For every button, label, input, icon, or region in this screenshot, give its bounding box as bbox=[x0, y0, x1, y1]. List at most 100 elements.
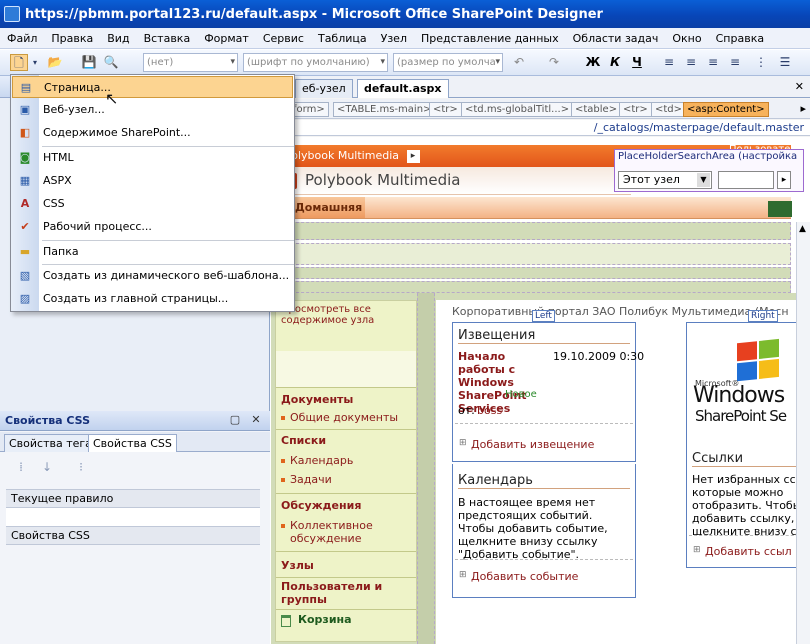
menu-format[interactable]: Формат bbox=[197, 32, 256, 45]
close-icon[interactable]: ✕ bbox=[249, 413, 263, 427]
css-panel-toolbar: ⁞ ↓ ⁝ bbox=[0, 453, 270, 483]
undo-icon[interactable]: ↶ bbox=[510, 54, 528, 71]
bullet-list-icon[interactable]: ☰ bbox=[776, 54, 794, 71]
search-go-icon[interactable]: ▸ bbox=[777, 171, 791, 189]
menu-insert[interactable]: Вставка bbox=[137, 32, 198, 45]
nav-heading-lists[interactable]: Списки bbox=[281, 434, 326, 447]
menu-table[interactable]: Таблица bbox=[311, 32, 374, 45]
menu-item-css[interactable]: A CSS bbox=[12, 193, 293, 215]
nav-team-discussion[interactable]: Коллективное обсуждение bbox=[281, 519, 401, 545]
menu-view[interactable]: Вид bbox=[100, 32, 136, 45]
announcements-title: Извещения bbox=[458, 328, 630, 344]
style-combo[interactable]: (нет) bbox=[143, 53, 238, 72]
save-icon[interactable]: 💾 bbox=[80, 54, 98, 71]
workflow-icon: ✔ bbox=[20, 220, 30, 233]
calendar-title: Календарь bbox=[458, 473, 630, 489]
menu-item-aspx[interactable]: ▦ ASPX bbox=[12, 170, 293, 192]
announcement-author[interactable]: boss bbox=[477, 404, 502, 417]
nav-shared-documents[interactable]: Общие документы bbox=[281, 411, 398, 424]
nav-tasks[interactable]: Задачи bbox=[281, 473, 332, 486]
master-page-path[interactable]: /_catalogs/masterpage/default.master bbox=[271, 120, 810, 136]
align-center-icon[interactable]: ≡ bbox=[682, 54, 700, 71]
tag-table-main[interactable]: <TABLE.ms-main> bbox=[333, 102, 436, 117]
tab-default-aspx[interactable]: default.aspx bbox=[357, 79, 449, 98]
add-event-link[interactable]: Добавить событие bbox=[459, 570, 578, 583]
open-folder-icon[interactable]: 📂 bbox=[46, 54, 64, 71]
tab-css-properties[interactable]: Свойства CSS bbox=[88, 434, 177, 452]
tag-asp-content[interactable]: <asp:Content> bbox=[683, 102, 769, 117]
menu-item-folder[interactable]: ▬ Папка bbox=[12, 241, 293, 263]
calendar-webpart: Календарь В настоящее время нет предстоя… bbox=[452, 464, 636, 598]
tag-table[interactable]: <table> bbox=[571, 102, 622, 117]
menu-item-workflow[interactable]: ✔ Рабочий процесс... bbox=[12, 216, 293, 238]
tab-website[interactable]: еб-узел bbox=[295, 79, 353, 98]
scope-dropdown-icon[interactable]: ▼ bbox=[697, 173, 710, 187]
search-input[interactable] bbox=[718, 171, 774, 189]
calendar-empty-text: В настоящее время нет предстоящих событи… bbox=[458, 496, 608, 561]
vertical-scrollbar[interactable]: ▲ bbox=[796, 222, 810, 644]
bold-button[interactable]: Ж bbox=[584, 54, 602, 71]
menu-task-panes[interactable]: Области задач bbox=[566, 32, 666, 45]
tag-tr-2[interactable]: <tr> bbox=[619, 102, 652, 117]
aspx-icon: ▦ bbox=[19, 174, 31, 187]
align-left-icon[interactable]: ≡ bbox=[660, 54, 678, 71]
dynamic-template-icon: ▧ bbox=[19, 269, 31, 282]
restore-icon[interactable]: ▢ bbox=[228, 413, 242, 427]
menu-item-sharepoint-content[interactable]: ◧ Содержимое SharePoint... bbox=[12, 122, 293, 144]
view-all-content-link[interactable]: Просмотреть все содержимое узла bbox=[281, 304, 411, 326]
categorized-icon[interactable]: ⁞ bbox=[12, 459, 30, 476]
italic-button[interactable]: К bbox=[606, 54, 624, 71]
close-document-icon[interactable]: ✕ bbox=[795, 80, 804, 93]
numbered-list-icon[interactable]: ⋮ bbox=[752, 54, 770, 71]
menu-help[interactable]: Справка bbox=[709, 32, 771, 45]
nav-calendar[interactable]: Календарь bbox=[281, 454, 353, 467]
site-title[interactable]: Polybook Multimedia bbox=[305, 171, 460, 189]
underline-button[interactable]: Ч bbox=[628, 54, 646, 71]
current-rule-label: Текущее правило bbox=[6, 489, 260, 508]
app-icon bbox=[4, 6, 20, 22]
window-title: https://pbmm.portal123.ru/default.aspx -… bbox=[25, 6, 603, 22]
menu-data-view[interactable]: Представление данных bbox=[414, 32, 566, 45]
recycle-bin-link[interactable]: Корзина bbox=[298, 613, 352, 626]
tag-td[interactable]: <td> bbox=[651, 102, 687, 117]
expand-arrow-icon[interactable]: ▸ bbox=[406, 149, 420, 163]
menu-item-html-label: HTML bbox=[43, 151, 74, 164]
justify-icon[interactable]: ≡ bbox=[726, 54, 744, 71]
add-link-link[interactable]: Добавить ссыл bbox=[693, 545, 792, 558]
menu-tools[interactable]: Сервис bbox=[256, 32, 311, 45]
html-icon: ◙ bbox=[19, 151, 31, 164]
new-document-icon[interactable]: 🗋 bbox=[10, 54, 28, 71]
menu-item-website[interactable]: ▣ Веб-узел... bbox=[12, 99, 293, 121]
nav-heading-people-groups[interactable]: Пользователи и группы bbox=[281, 580, 401, 606]
menu-file[interactable]: Файл bbox=[0, 32, 44, 45]
menu-item-from-dwt[interactable]: ▧ Создать из динамического веб-шаблона..… bbox=[12, 265, 293, 287]
menu-window[interactable]: Окно bbox=[665, 32, 708, 45]
nav-heading-discussions[interactable]: Обсуждения bbox=[281, 499, 361, 512]
toolbar: 🗋 ▾ 📂 💾 🔍 (нет) (шрифт по умолчанию) (ра… bbox=[0, 50, 810, 76]
menu-item-html[interactable]: ◙ HTML bbox=[12, 147, 293, 169]
font-combo[interactable]: (шрифт по умолчанию) bbox=[243, 53, 388, 72]
menu-item-page[interactable]: ▤ Страница... bbox=[12, 76, 293, 98]
tab-tag-properties[interactable]: Свойства тега bbox=[4, 434, 97, 452]
zone-left-label: Left bbox=[532, 310, 555, 322]
align-right-icon[interactable]: ≡ bbox=[704, 54, 722, 71]
font-size-combo[interactable]: (размер по умолча bbox=[393, 53, 503, 72]
sort-az-icon[interactable]: ↓ bbox=[38, 459, 56, 476]
tag-bar-arrow-icon[interactable]: ▸ bbox=[800, 102, 806, 115]
tag-tr[interactable]: <tr> bbox=[429, 102, 462, 117]
ms-logo-windows: Windows bbox=[693, 383, 785, 408]
nav-heading-sites[interactable]: Узлы bbox=[281, 559, 314, 572]
quick-launch: Просмотреть все содержимое узла Документ… bbox=[275, 300, 417, 642]
add-announcement-link[interactable]: Добавить извещение bbox=[459, 438, 594, 451]
menu-edit[interactable]: Правка bbox=[44, 32, 100, 45]
redo-icon[interactable]: ↷ bbox=[545, 54, 563, 71]
tag-td-globaltitle[interactable]: <td.ms-globalTitl...> bbox=[461, 102, 574, 117]
show-set-properties-icon[interactable]: ⁝ bbox=[72, 459, 90, 476]
menu-site[interactable]: Узел bbox=[374, 32, 414, 45]
menu-item-from-master[interactable]: ▨ Создать из главной страницы... bbox=[12, 288, 293, 310]
new-dropdown-arrow-icon[interactable]: ▾ bbox=[30, 54, 40, 71]
scroll-up-icon[interactable]: ▲ bbox=[799, 224, 806, 234]
links-empty-text: Нет избранных ссы которые можно отобрази… bbox=[692, 473, 805, 535]
nav-heading-documents[interactable]: Документы bbox=[281, 393, 353, 406]
preview-icon[interactable]: 🔍 bbox=[102, 54, 120, 71]
